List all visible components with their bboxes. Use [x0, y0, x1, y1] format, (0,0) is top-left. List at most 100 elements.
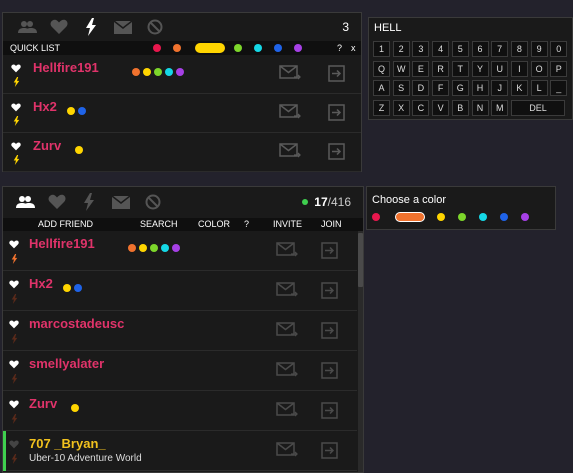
key-8[interactable]: 8 — [510, 41, 528, 57]
key-t[interactable]: T — [451, 60, 469, 77]
join-arrow-icon[interactable] — [321, 402, 338, 424]
key-d[interactable]: D — [412, 80, 430, 96]
friend-row[interactable]: Hx2 — [3, 271, 357, 311]
key-q[interactable]: Q — [373, 60, 390, 77]
quick-bolt-icon[interactable] — [13, 152, 20, 170]
quick-bolt-icon[interactable] — [13, 74, 20, 92]
key-e[interactable]: E — [412, 60, 430, 77]
key-p[interactable]: P — [550, 60, 568, 77]
key-l[interactable]: L — [530, 80, 548, 96]
invite-mail-icon[interactable] — [276, 402, 298, 423]
quick-list-row[interactable]: Hx2 — [3, 94, 361, 133]
messages-tab-icon[interactable] — [107, 15, 139, 39]
quick-tab-bolt-icon[interactable] — [73, 190, 105, 214]
key-y[interactable]: Y — [471, 60, 489, 77]
join-arrow-icon[interactable] — [321, 322, 338, 344]
quick-bolt-icon[interactable] — [11, 291, 18, 309]
key-delete[interactable]: DEL — [511, 99, 565, 116]
key-5[interactable]: 5 — [451, 41, 469, 57]
quick-list-help-button[interactable]: ? — [337, 41, 342, 55]
key-9[interactable]: 9 — [530, 41, 548, 57]
quick-list-row[interactable]: Zurv — [3, 133, 361, 172]
key-c[interactable]: C — [412, 99, 430, 116]
join-arrow-icon[interactable] — [321, 362, 338, 384]
color-option[interactable] — [500, 213, 508, 221]
quick-list-row[interactable]: Hellfire191 — [3, 55, 361, 94]
quick-tab-bolt-icon[interactable] — [75, 15, 107, 39]
help-button[interactable]: ? — [244, 218, 249, 231]
friend-row[interactable]: Zurv — [3, 391, 357, 431]
color-button[interactable]: COLOR — [198, 218, 230, 231]
color-option[interactable] — [479, 213, 487, 221]
messages-tab-icon[interactable] — [105, 190, 137, 214]
invite-mail-icon[interactable] — [276, 282, 298, 303]
invite-mail-icon[interactable] — [279, 143, 301, 164]
invite-mail-icon[interactable] — [276, 322, 298, 343]
color-option[interactable] — [521, 213, 529, 221]
join-arrow-icon[interactable] — [321, 282, 338, 304]
color-filter-option[interactable] — [274, 44, 282, 52]
join-arrow-icon[interactable] — [328, 104, 345, 126]
quick-bolt-icon[interactable] — [11, 451, 18, 469]
quick-bolt-icon[interactable] — [11, 411, 18, 429]
key-b[interactable]: B — [451, 99, 469, 116]
friends-tab-icon[interactable] — [9, 190, 41, 214]
key-3[interactable]: 3 — [412, 41, 430, 57]
key-_[interactable]: _ — [550, 80, 568, 96]
join-arrow-icon[interactable] — [321, 442, 338, 464]
quick-list-close-button[interactable]: x — [351, 41, 356, 55]
invite-mail-icon[interactable] — [276, 442, 298, 463]
add-friend-button[interactable]: ADD FRIEND — [38, 218, 93, 231]
color-option[interactable] — [458, 213, 466, 221]
join-arrow-icon[interactable] — [321, 242, 338, 264]
scrollbar-thumb[interactable] — [358, 233, 363, 287]
key-4[interactable]: 4 — [432, 41, 450, 57]
key-i[interactable]: I — [510, 60, 528, 77]
key-k[interactable]: K — [510, 80, 528, 96]
key-z[interactable]: Z — [373, 99, 390, 116]
invite-mail-icon[interactable] — [276, 242, 298, 263]
key-r[interactable]: R — [432, 60, 450, 77]
blocked-tab-icon[interactable] — [139, 15, 171, 39]
quick-bolt-icon[interactable] — [11, 371, 18, 389]
friend-row[interactable]: marcostadeusc — [3, 311, 357, 351]
color-filter-option[interactable] — [173, 44, 181, 52]
key-u[interactable]: U — [491, 60, 509, 77]
key-6[interactable]: 6 — [471, 41, 489, 57]
friend-row[interactable]: 707 _Bryan_ Uber-10 Adventure World — [3, 431, 357, 471]
color-filter-option[interactable] — [153, 44, 161, 52]
key-0[interactable]: 0 — [550, 41, 568, 57]
search-button[interactable]: SEARCH — [140, 218, 178, 231]
quick-bolt-icon[interactable] — [11, 251, 18, 269]
key-o[interactable]: O — [530, 60, 548, 77]
key-x[interactable]: X — [392, 99, 410, 116]
key-a[interactable]: A — [373, 80, 390, 96]
color-option[interactable] — [372, 213, 380, 221]
key-j[interactable]: J — [491, 80, 509, 96]
key-7[interactable]: 7 — [491, 41, 509, 57]
favorites-tab-icon[interactable] — [41, 190, 73, 214]
join-arrow-icon[interactable] — [328, 65, 345, 87]
quick-bolt-icon[interactable] — [13, 113, 20, 131]
friend-row[interactable]: smellyalater — [3, 351, 357, 391]
color-filter-option[interactable] — [234, 44, 242, 52]
color-option-selected[interactable] — [395, 212, 425, 222]
key-w[interactable]: W — [392, 60, 410, 77]
key-f[interactable]: F — [432, 80, 450, 96]
blocked-tab-icon[interactable] — [137, 190, 169, 214]
key-s[interactable]: S — [392, 80, 410, 96]
join-arrow-icon[interactable] — [328, 143, 345, 165]
favorites-tab-icon[interactable] — [43, 15, 75, 39]
key-m[interactable]: M — [491, 99, 509, 116]
color-filter-selected[interactable] — [195, 43, 225, 53]
key-v[interactable]: V — [432, 99, 450, 116]
key-g[interactable]: G — [451, 80, 469, 96]
invite-mail-icon[interactable] — [279, 65, 301, 86]
color-filter-option[interactable] — [294, 44, 302, 52]
key-h[interactable]: H — [471, 80, 489, 96]
color-filter-option[interactable] — [254, 44, 262, 52]
invite-mail-icon[interactable] — [279, 104, 301, 125]
key-2[interactable]: 2 — [392, 41, 410, 57]
color-option[interactable] — [437, 213, 445, 221]
friend-row[interactable]: Hellfire191 — [3, 231, 357, 271]
